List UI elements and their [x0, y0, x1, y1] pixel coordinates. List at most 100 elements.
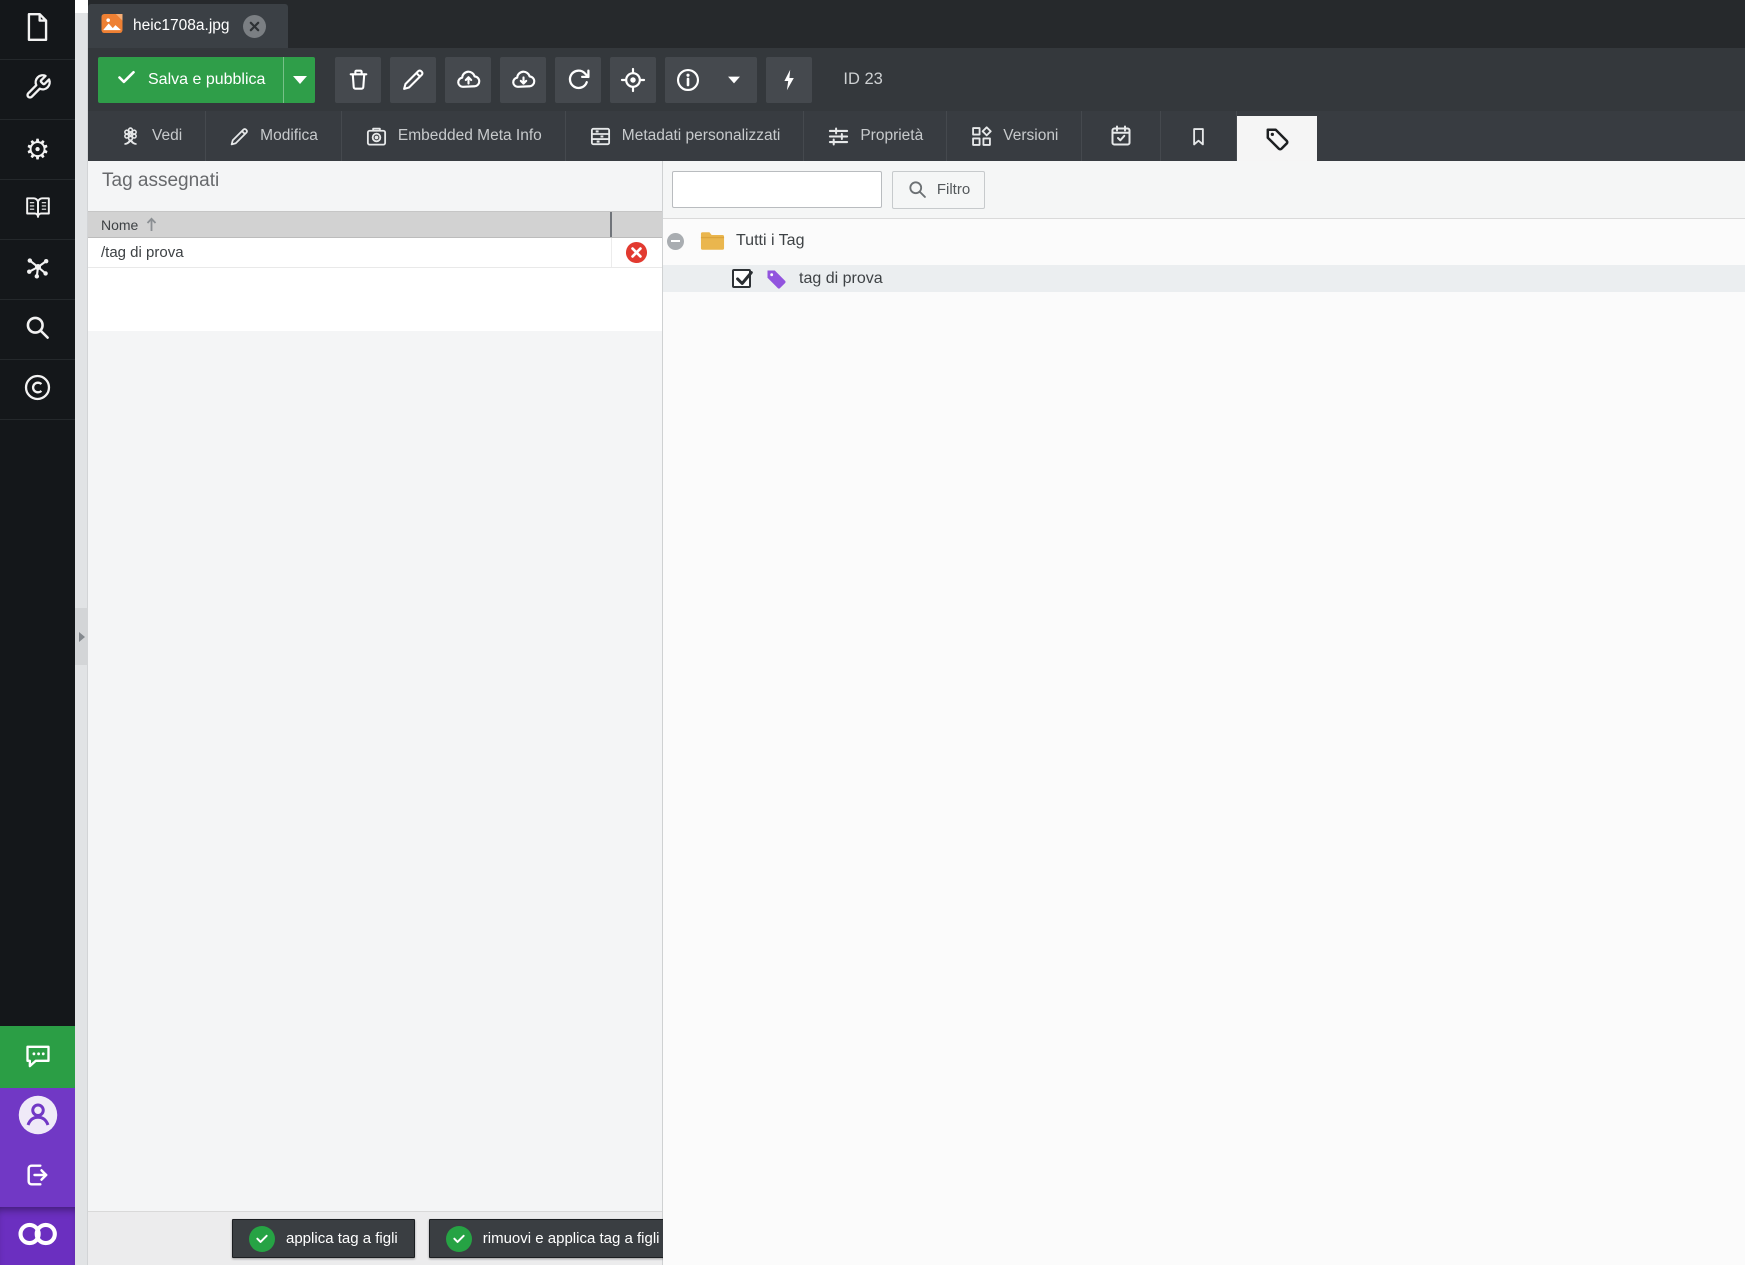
assigned-tags-panel: Tag assegnati Nome /tag di prova	[88, 161, 663, 1265]
caret-down-icon	[293, 76, 307, 84]
expand-panel-handle[interactable]	[75, 608, 88, 665]
tag-checkbox[interactable]	[732, 269, 751, 288]
remove-tag-button[interactable]	[625, 241, 648, 264]
tab-versioni[interactable]: Versioni	[947, 111, 1082, 161]
sidebar-item-tools[interactable]	[0, 60, 75, 120]
sidebar-item-profile[interactable]	[0, 1088, 75, 1148]
cloud-upload-icon	[455, 66, 482, 93]
tab-vedi[interactable]: Vedi	[96, 111, 206, 161]
trash-icon	[346, 67, 371, 92]
asset-toolbar: Salva e pubblica	[88, 48, 1745, 111]
file-tab[interactable]: heic1708a.jpg	[88, 4, 288, 48]
delete-button[interactable]	[335, 57, 381, 103]
copyright-icon	[23, 373, 52, 407]
quick-actions-button[interactable]	[766, 57, 812, 103]
locate-icon	[620, 67, 646, 93]
apply-tags-to-children-button[interactable]: applica tag a figli	[232, 1219, 415, 1258]
tab-modifica-label: Modifica	[260, 127, 318, 145]
tree-tag-label: tag di prova	[799, 270, 883, 288]
chevron-right-icon	[79, 632, 85, 642]
info-split-button	[665, 57, 757, 103]
close-tab-button[interactable]	[243, 15, 266, 38]
tab-metadati-label: Metadati personalizzati	[622, 127, 781, 145]
locate-in-tree-button[interactable]	[610, 57, 656, 103]
delete-circle-icon	[625, 241, 648, 264]
tab-schedule[interactable]	[1082, 111, 1161, 161]
tag-icon	[1264, 126, 1290, 152]
remove-apply-tags-to-children-button[interactable]: rimuovi e applica tag a figli	[429, 1219, 677, 1258]
remove-apply-tags-label: rimuovi e applica tag a figli	[483, 1230, 660, 1247]
tab-embedded-meta-info-label: Embedded Meta Info	[398, 127, 542, 145]
info-dropdown-button[interactable]	[711, 57, 757, 103]
logout-icon	[24, 1161, 52, 1194]
tab-vedi-label: Vedi	[152, 127, 182, 145]
reload-button[interactable]	[555, 57, 601, 103]
check-circle-icon	[446, 1226, 472, 1252]
metadata-grid-icon	[589, 125, 612, 148]
all-tags-panel: Filtro Tutti i Tag	[663, 161, 1745, 1265]
asset-nav-tabs: Vedi Modifica Embedded Meta Info Metadat…	[88, 111, 1745, 161]
asset-id-label: ID 23	[843, 70, 882, 89]
sidebar-logo[interactable]	[0, 1207, 75, 1265]
pimcore-logo-icon	[16, 1221, 60, 1252]
tab-metadati-personalizzati[interactable]: Metadati personalizzati	[566, 111, 805, 161]
tags-panel: Tag assegnati Nome /tag di prova	[88, 161, 1745, 1265]
column-header-nome[interactable]: Nome	[88, 211, 662, 238]
pimcore-app: ⚙	[0, 0, 1745, 1265]
filter-input[interactable]	[672, 171, 882, 208]
tree-node-root[interactable]: Tutti i Tag	[663, 223, 1745, 259]
tab-embedded-meta-info[interactable]: Embedded Meta Info	[342, 111, 566, 161]
info-icon	[675, 67, 701, 93]
file-tab-title: heic1708a.jpg	[133, 17, 230, 35]
assigned-tag-path: /tag di prova	[101, 244, 184, 261]
filter-button[interactable]: Filtro	[892, 171, 985, 209]
cloud-download-icon	[510, 66, 537, 93]
sidebar-item-documents[interactable]	[0, 0, 75, 60]
sidebar-item-copyright[interactable]	[0, 360, 75, 420]
column-divider[interactable]	[610, 212, 612, 237]
sidebar-item-settings[interactable]: ⚙	[0, 120, 75, 180]
sort-ascending-icon	[146, 217, 157, 232]
filter-button-label: Filtro	[937, 181, 970, 198]
tab-modifica[interactable]: Modifica	[206, 111, 342, 161]
tab-versioni-label: Versioni	[1003, 127, 1058, 145]
collapsed-panel-strip[interactable]	[75, 13, 88, 1265]
sidebar-item-logout[interactable]	[0, 1148, 75, 1208]
upload-button[interactable]	[445, 57, 491, 103]
info-button[interactable]	[665, 57, 711, 103]
assigned-tags-grid: Nome /tag di prova	[88, 211, 662, 331]
tag-icon	[764, 267, 788, 291]
chat-icon	[23, 1041, 53, 1074]
rename-button[interactable]	[390, 57, 436, 103]
calendar-check-icon	[1109, 124, 1133, 148]
open-book-icon	[23, 194, 53, 225]
flower-icon	[119, 125, 142, 148]
tab-proprieta[interactable]: Proprietà	[804, 111, 947, 161]
sidebar-account-section	[0, 1088, 75, 1207]
image-file-icon	[100, 13, 124, 39]
sidebar-item-search[interactable]	[0, 300, 75, 360]
tree-node-tag[interactable]: tag di prova	[663, 265, 1745, 292]
save-publish-button[interactable]: Salva e pubblica	[98, 57, 315, 103]
check-circle-icon	[249, 1226, 275, 1252]
sidebar-item-notifications[interactable]	[0, 1026, 75, 1088]
refresh-icon	[566, 67, 591, 92]
lightning-icon	[777, 67, 801, 93]
main-sidebar: ⚙	[0, 0, 75, 1265]
save-options-dropdown[interactable]	[283, 57, 315, 103]
versions-icon	[970, 125, 993, 148]
sidebar-item-library[interactable]	[0, 180, 75, 240]
tree-root-label: Tutti i Tag	[736, 232, 804, 250]
tab-tags[interactable]	[1237, 116, 1317, 161]
apply-tags-label: applica tag a figli	[286, 1230, 398, 1247]
download-button[interactable]	[500, 57, 546, 103]
check-icon	[733, 266, 755, 290]
user-icon	[17, 1094, 59, 1141]
collapse-icon[interactable]	[667, 233, 684, 250]
assigned-tag-row[interactable]: /tag di prova	[88, 238, 662, 268]
search-icon	[24, 314, 51, 346]
check-icon	[116, 67, 137, 93]
file-icon	[24, 12, 51, 47]
tab-notes[interactable]	[1161, 111, 1237, 161]
sidebar-item-workflow[interactable]	[0, 240, 75, 300]
